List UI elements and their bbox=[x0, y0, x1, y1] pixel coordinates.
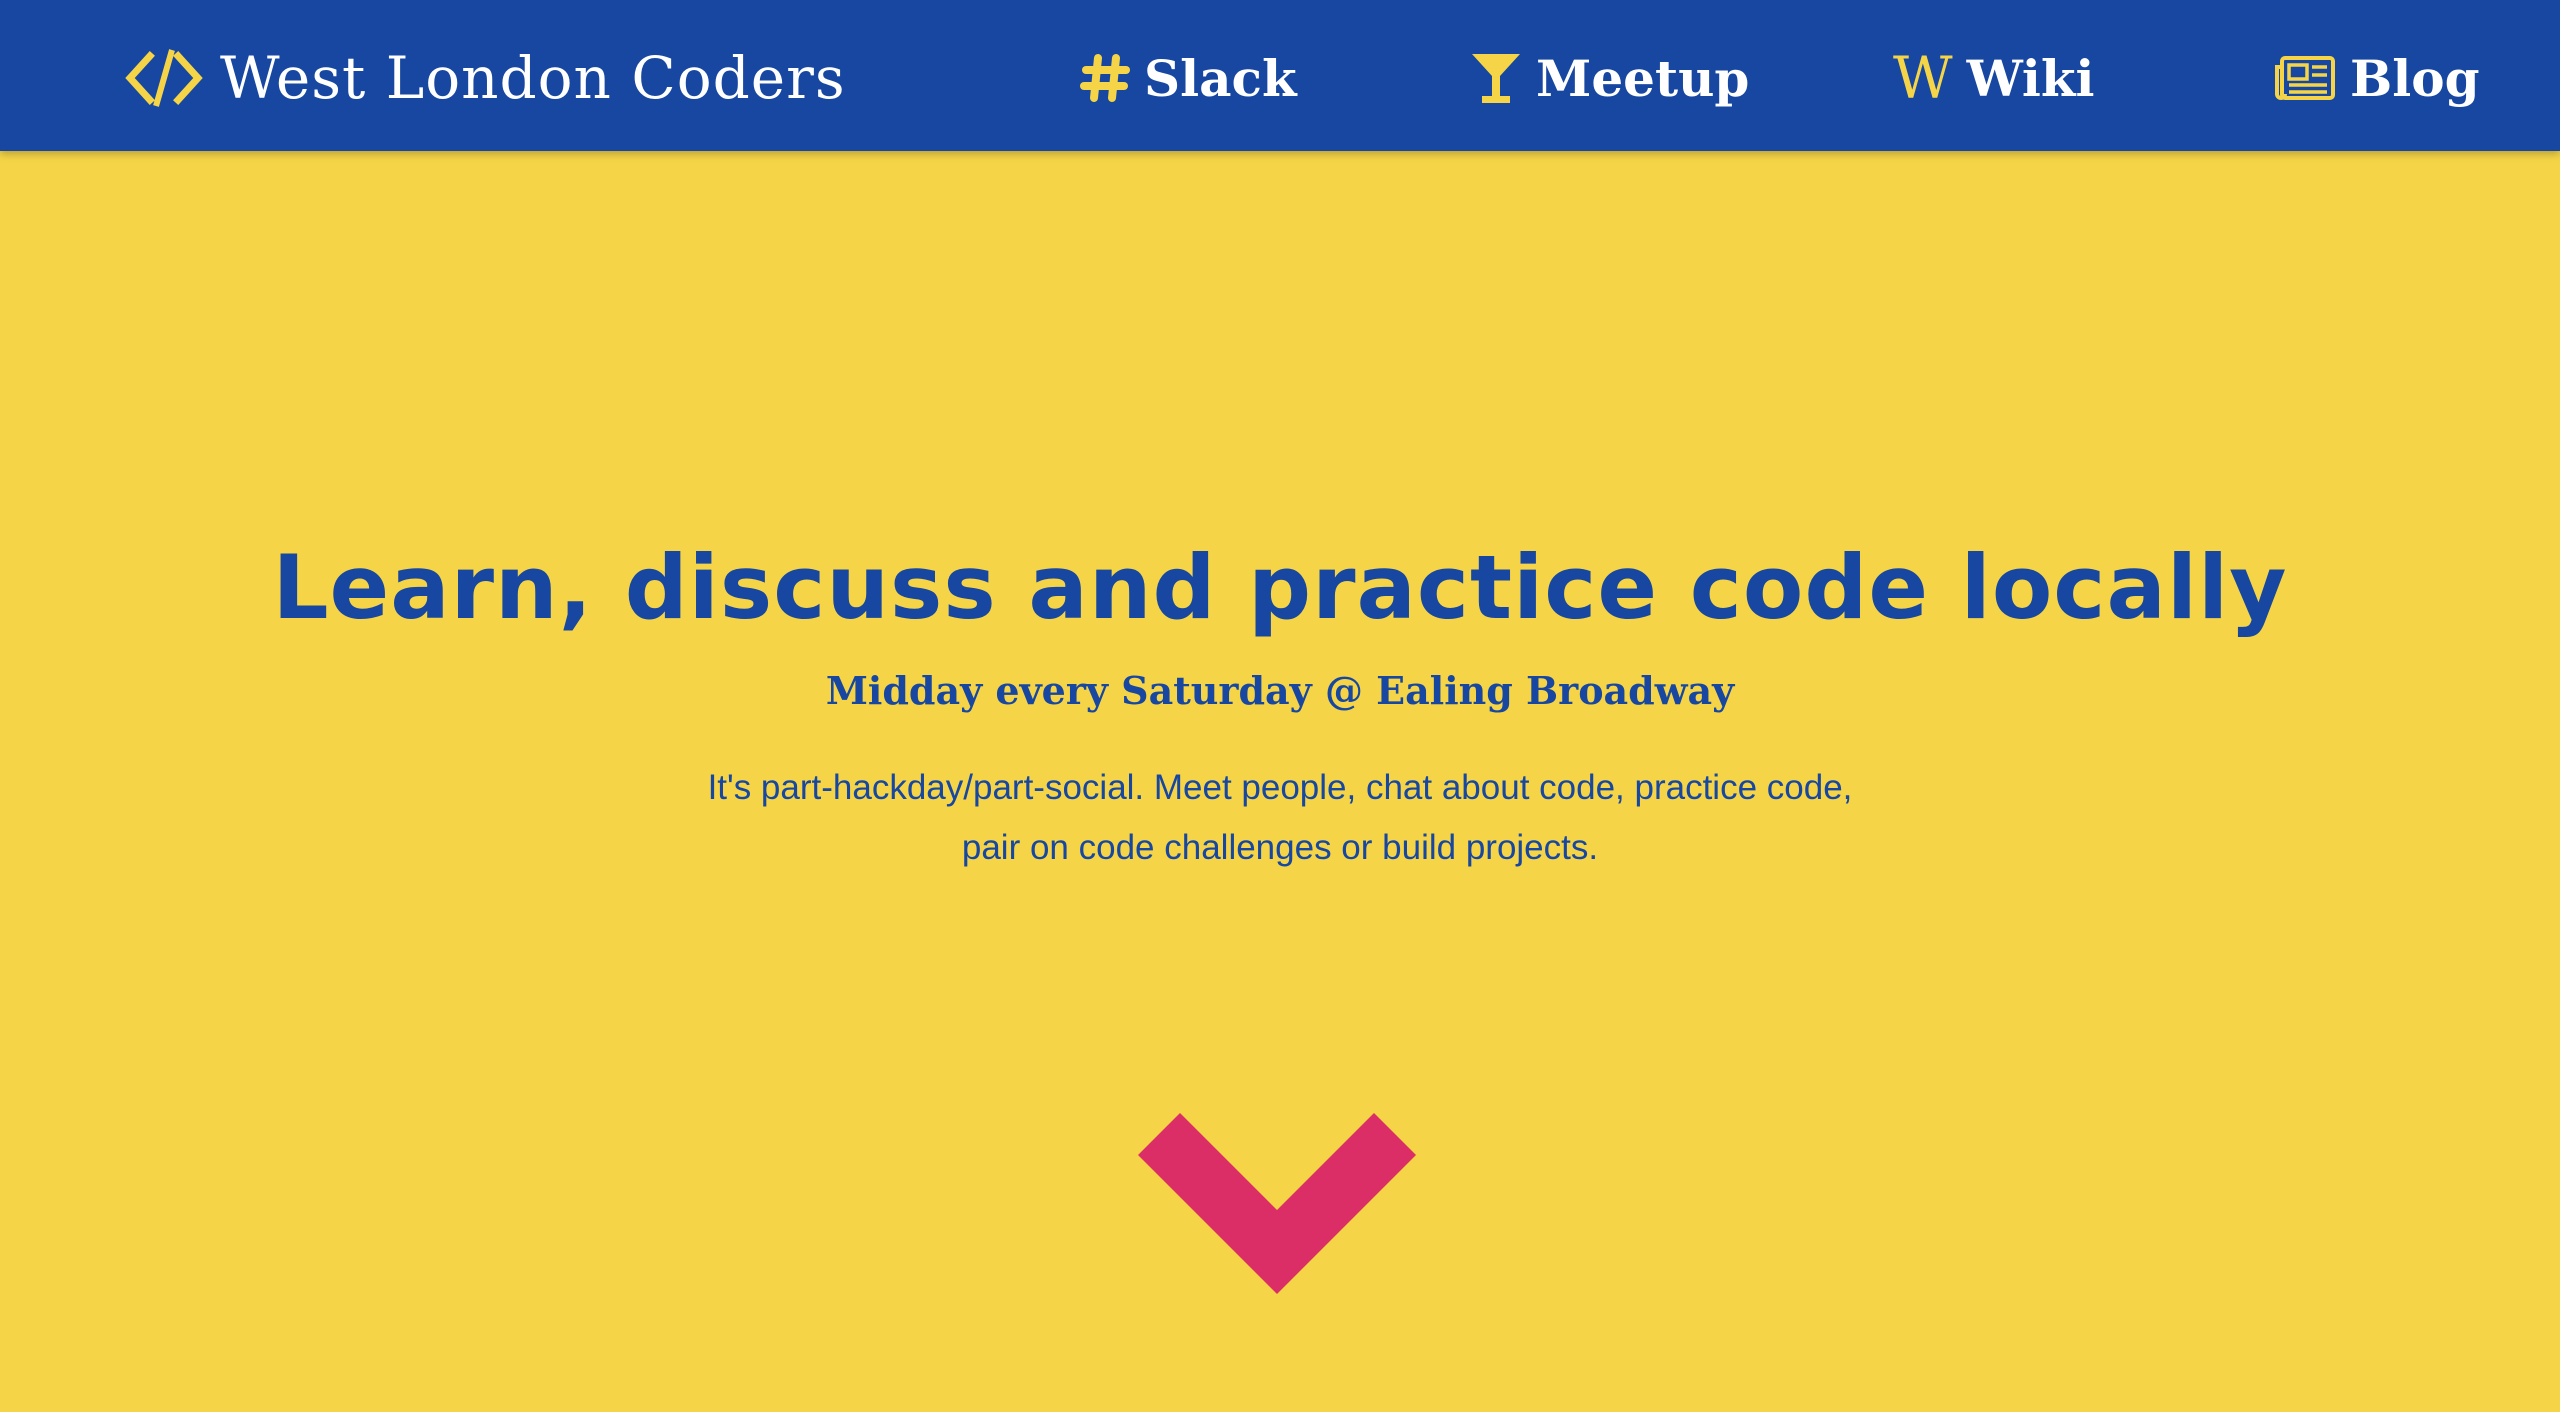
hero-subtitle: Midday every Saturday @ Ealing Broadway bbox=[825, 668, 1735, 713]
wikipedia-w-icon: W bbox=[1893, 44, 1953, 112]
brand-link[interactable]: West London Coders bbox=[124, 38, 846, 118]
newspaper-icon bbox=[2275, 56, 2335, 100]
code-icon bbox=[125, 49, 203, 107]
nav-meetup-label: Meetup bbox=[1536, 48, 1750, 108]
brand-title: West London Coders bbox=[220, 44, 846, 112]
nav-blog-link[interactable]: Blog bbox=[2274, 40, 2480, 116]
hero-description: It's part-hackday/part-social. Meet peop… bbox=[707, 768, 1853, 867]
nav-blog-label: Blog bbox=[2350, 48, 2480, 108]
chevron-down-icon[interactable] bbox=[1138, 1113, 1416, 1299]
nav-meetup-link[interactable]: Meetup bbox=[1470, 40, 1749, 116]
hero-title: Learn, discuss and practice code locally bbox=[272, 536, 2288, 639]
nav-slack-link[interactable]: Slack bbox=[1080, 40, 1297, 116]
top-navbar: West London Coders Slack Meetup W Wiki B… bbox=[0, 0, 2560, 151]
hashtag-icon bbox=[1080, 54, 1130, 102]
nav-wiki-label: Wiki bbox=[1966, 48, 2095, 108]
nav-slack-label: Slack bbox=[1144, 48, 1297, 108]
nav-wiki-link[interactable]: W Wiki bbox=[1893, 40, 2095, 116]
cocktail-glass-icon bbox=[1472, 54, 1520, 103]
